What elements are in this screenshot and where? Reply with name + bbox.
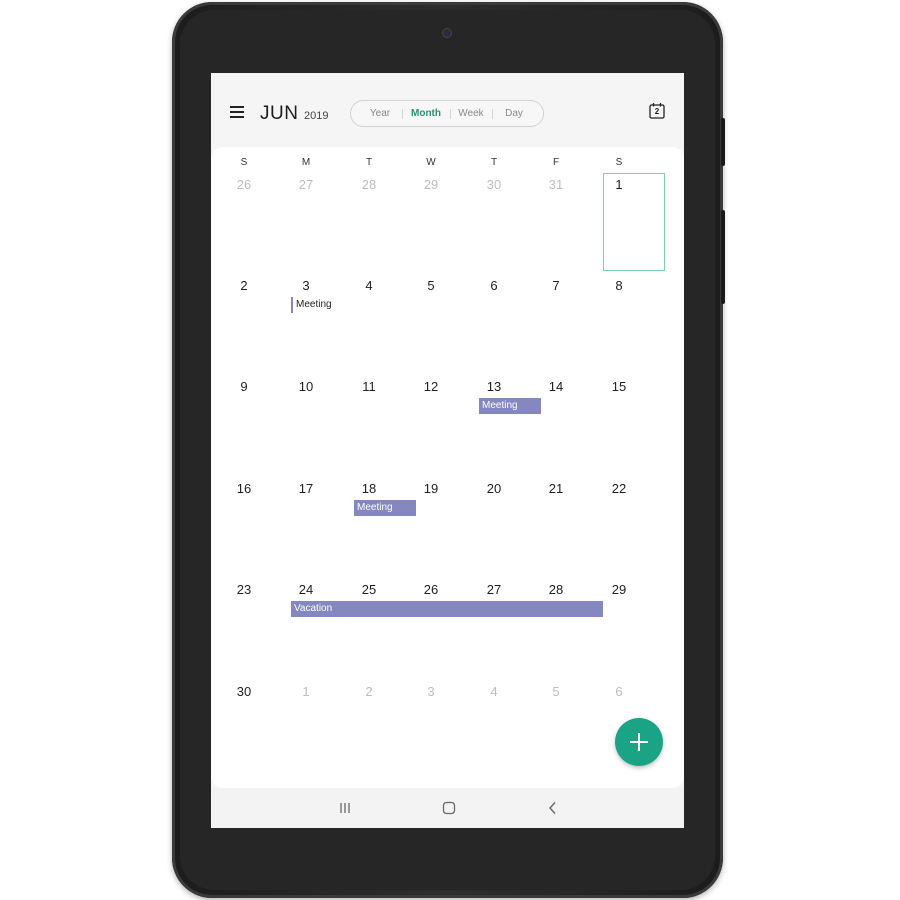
day-cell[interactable]: 28 (349, 177, 389, 192)
day-cell[interactable]: 26 (411, 582, 451, 597)
weekday-header: W (426, 157, 436, 168)
weekday-header: T (365, 157, 373, 168)
volume-button (721, 118, 725, 166)
day-cell[interactable]: 19 (411, 481, 451, 496)
weekday-header: S (615, 157, 623, 168)
view-separator (450, 109, 451, 119)
view-separator (402, 109, 403, 119)
hamburger-menu-icon[interactable] (230, 106, 244, 118)
event-vacation[interactable]: Vacation (291, 601, 603, 617)
event-meeting[interactable]: Meeting (479, 398, 541, 414)
day-cell[interactable]: 13 (474, 379, 514, 394)
system-nav-bar (211, 788, 684, 828)
day-cell[interactable]: 4 (349, 278, 389, 293)
day-cell[interactable]: 31 (536, 177, 576, 192)
day-cell-today[interactable]: 1 (599, 177, 639, 192)
day-cell[interactable]: 17 (286, 481, 326, 496)
day-cell[interactable]: 3 (286, 278, 326, 293)
month-grid: S M T W T F S 26 27 28 29 30 31 1 2 3 4 … (211, 147, 684, 788)
day-cell[interactable]: 3 (411, 684, 451, 699)
app-screen: JUN 2019 Year Month Week Day 2 S M T W T… (211, 73, 684, 828)
view-switcher: Year Month Week Day (350, 100, 544, 127)
day-cell[interactable]: 29 (411, 177, 451, 192)
tab-year[interactable]: Year (359, 101, 401, 126)
day-cell[interactable]: 11 (349, 379, 389, 394)
app-toolbar: JUN 2019 Year Month Week Day 2 (211, 73, 684, 147)
front-camera (443, 29, 451, 37)
day-cell[interactable]: 4 (474, 684, 514, 699)
day-cell[interactable]: 6 (474, 278, 514, 293)
day-cell[interactable]: 23 (224, 582, 264, 597)
calendar-today-icon[interactable]: 2 (649, 102, 665, 119)
event-meeting[interactable]: Meeting (291, 297, 343, 313)
back-icon[interactable] (544, 800, 562, 816)
weekday-header: M (301, 157, 311, 168)
day-cell[interactable]: 25 (349, 582, 389, 597)
day-cell[interactable]: 7 (536, 278, 576, 293)
day-cell[interactable]: 8 (599, 278, 639, 293)
add-event-button[interactable] (615, 718, 663, 766)
weekday-header: F (552, 157, 560, 168)
day-cell[interactable]: 9 (224, 379, 264, 394)
day-cell[interactable]: 20 (474, 481, 514, 496)
tab-week[interactable]: Week (452, 101, 490, 126)
day-cell[interactable]: 24 (286, 582, 326, 597)
day-cell[interactable]: 14 (536, 379, 576, 394)
day-cell[interactable]: 28 (536, 582, 576, 597)
day-cell[interactable]: 6 (599, 684, 639, 699)
day-cell[interactable]: 5 (411, 278, 451, 293)
power-button (721, 210, 725, 304)
tab-day[interactable]: Day (496, 101, 532, 126)
day-cell[interactable]: 18 (349, 481, 389, 496)
home-icon[interactable] (440, 800, 458, 816)
day-cell[interactable]: 27 (286, 177, 326, 192)
weekday-header: S (240, 157, 248, 168)
view-separator (492, 109, 493, 119)
day-cell[interactable]: 21 (536, 481, 576, 496)
month-title[interactable]: JUN (260, 103, 298, 125)
day-cell[interactable]: 30 (224, 684, 264, 699)
day-cell[interactable]: 1 (286, 684, 326, 699)
day-cell[interactable]: 27 (474, 582, 514, 597)
day-cell[interactable]: 30 (474, 177, 514, 192)
day-cell[interactable]: 2 (224, 278, 264, 293)
day-cell[interactable]: 12 (411, 379, 451, 394)
day-cell[interactable]: 10 (286, 379, 326, 394)
day-cell[interactable]: 5 (536, 684, 576, 699)
day-cell[interactable]: 22 (599, 481, 639, 496)
today-date-label: 2 (654, 107, 660, 116)
recent-apps-icon[interactable] (336, 800, 354, 816)
day-cell[interactable]: 16 (224, 481, 264, 496)
plus-icon (638, 733, 640, 751)
day-cell[interactable]: 2 (349, 684, 389, 699)
tab-month[interactable]: Month (404, 101, 448, 126)
weekday-header: T (490, 157, 498, 168)
day-cell[interactable]: 26 (224, 177, 264, 192)
day-cell[interactable]: 15 (599, 379, 639, 394)
year-title: 2019 (304, 110, 329, 122)
day-cell[interactable]: 29 (599, 582, 639, 597)
event-meeting[interactable]: Meeting (354, 500, 416, 516)
